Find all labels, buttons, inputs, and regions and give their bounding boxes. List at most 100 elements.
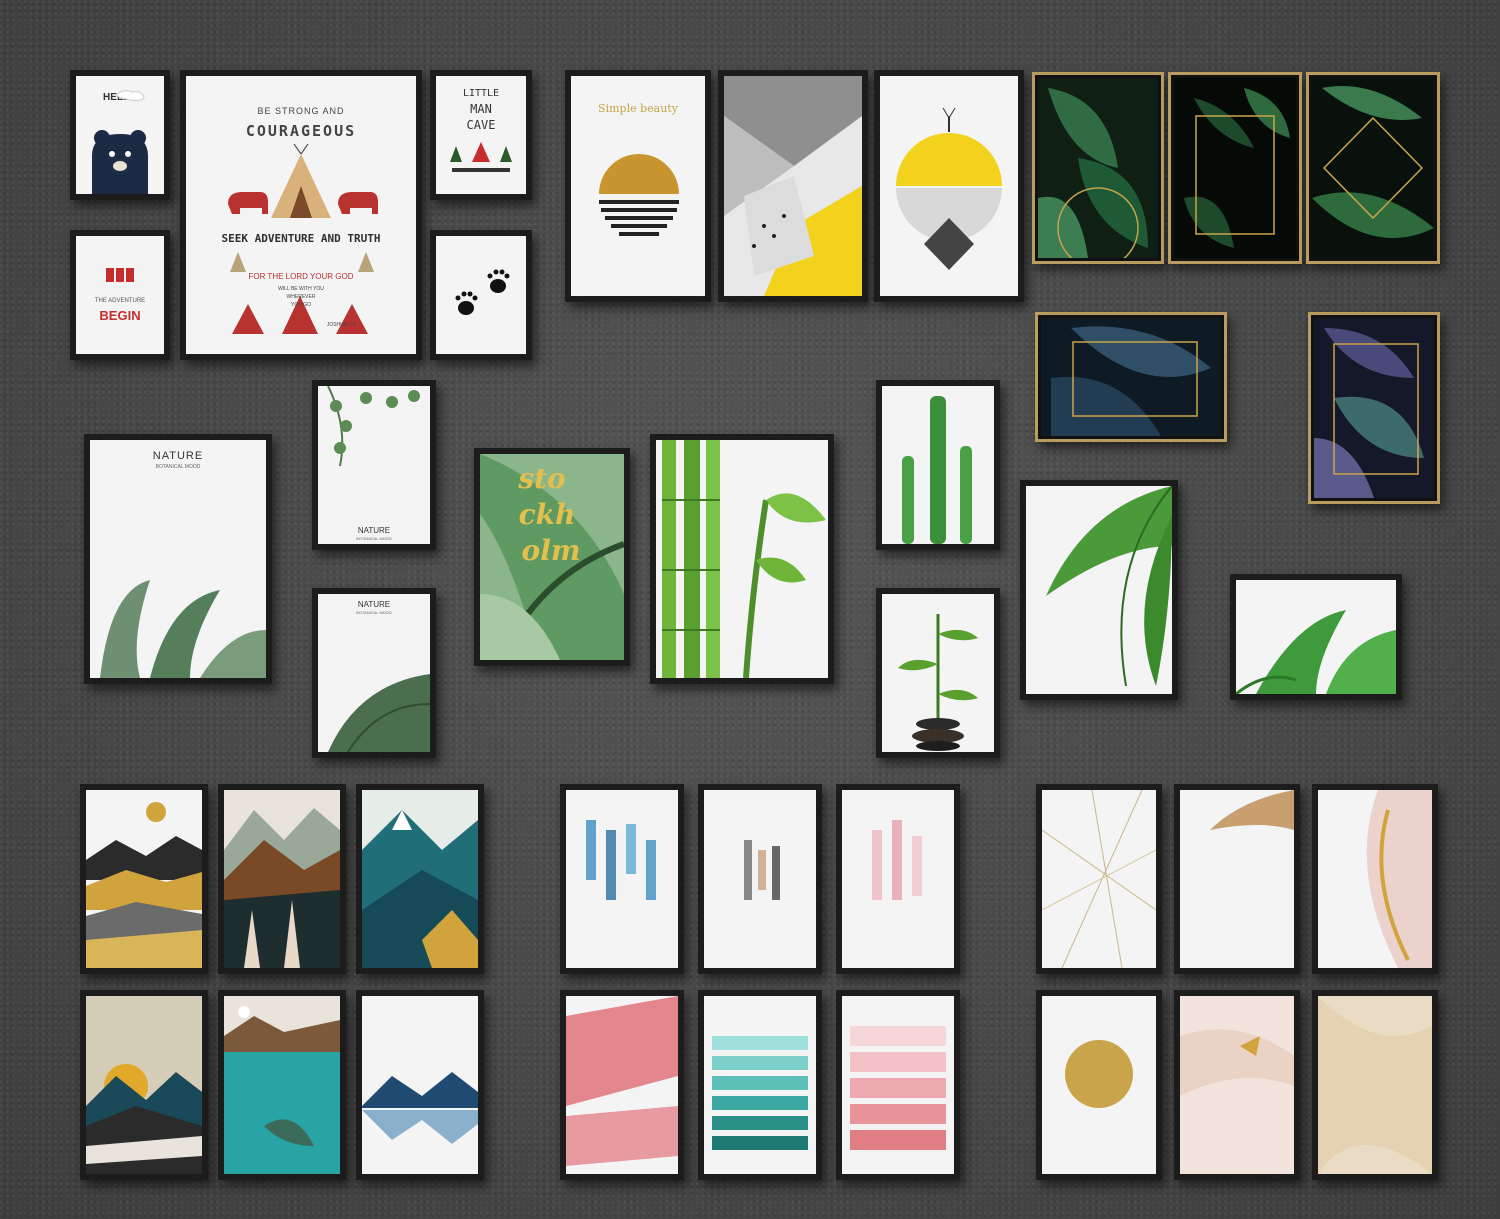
frame-nature-banana: NATURE BOTANICAL MOOD	[84, 434, 272, 684]
stockholm-l3: olm	[521, 534, 581, 567]
art-gold-blush	[1180, 996, 1294, 1174]
banner-icon	[106, 268, 134, 282]
frame-watercolor-grey	[698, 784, 822, 974]
art-dark-leaves-1	[1035, 75, 1161, 261]
begin-big-text: BEGIN	[99, 308, 141, 323]
courageous-ref: JOSHUA 1:9	[326, 322, 356, 328]
frame-landscape-whale	[218, 990, 346, 1180]
frame-nature-palm: NATURE BOTANICAL MOOD	[312, 588, 436, 758]
courageous-line6: WHEREVER	[286, 294, 316, 300]
frame-watercolor-coral	[560, 990, 684, 1180]
art-simple-beauty: Simple beauty	[571, 76, 705, 296]
mountain-icon	[86, 802, 202, 968]
art-gold-marble	[1318, 790, 1432, 968]
art-dark-leaves-3	[1309, 75, 1437, 261]
art-watercolor-blue	[566, 790, 678, 968]
lake-mountain-icon	[362, 1072, 478, 1144]
palm-leaf-icon	[1312, 86, 1434, 238]
frame-dark-leaves-3	[1306, 72, 1440, 264]
art-dark-leaves-5	[1311, 315, 1437, 501]
art-watercolor-teal	[704, 996, 816, 1174]
frame-dark-leaves-2	[1168, 72, 1302, 264]
frame-man-cave: LITTLE MAN CAVE	[430, 70, 532, 200]
marble-icon	[1366, 790, 1432, 968]
gold-circle-icon	[1065, 1040, 1133, 1108]
sunset-mountain-icon	[86, 1064, 202, 1174]
frame-gold-lines	[1036, 784, 1162, 974]
palm-frond-icon	[1046, 486, 1172, 687]
frame-gold-marble	[1312, 784, 1438, 974]
triangle-abstract-icon	[724, 76, 862, 296]
gold-palm-icon	[1210, 790, 1294, 830]
courageous-line4: FOR THE LORD YOUR GOD	[248, 272, 354, 281]
cactus-icon	[902, 396, 972, 544]
frame-dark-leaves-5	[1308, 312, 1440, 504]
art-stockholm: sto ckh olm	[480, 454, 624, 660]
bear-icon	[92, 90, 148, 194]
coral-strokes-icon	[566, 996, 678, 1166]
bamboo-stones-icon	[898, 614, 978, 751]
fern-corner-icon	[1236, 610, 1396, 694]
art-watercolor-coral	[566, 996, 678, 1174]
sun-stripes-icon	[599, 154, 679, 236]
art-hello-bear: HELLO	[76, 76, 164, 194]
art-watercolor-grey	[704, 790, 816, 968]
gold-lines-icon	[1042, 790, 1156, 968]
frame-nature-ivy: NATURE BOTANICAL MOOD	[312, 380, 436, 550]
art-nature-palm: NATURE BOTANICAL MOOD	[318, 594, 430, 752]
bamboo-icon	[662, 440, 826, 678]
art-adventure-begin: THE ADVENTURE BEGIN	[76, 236, 164, 354]
frame-lucky-bamboo	[876, 588, 1000, 758]
art-landscape-gold-hills	[86, 790, 202, 968]
frame-stockholm: sto ckh olm	[474, 448, 630, 666]
frame-gold-blush	[1174, 990, 1300, 1180]
art-bamboo	[656, 440, 828, 678]
leaf-icon	[1038, 88, 1148, 258]
courageous-line3: SEEK ADVENTURE AND TRUTH	[221, 232, 381, 245]
art-landscape-lake	[362, 996, 478, 1174]
teal-mountain-icon	[362, 810, 478, 968]
art-dark-leaves-4	[1038, 315, 1224, 439]
nature-ivy-sub: BOTANICAL MOOD	[356, 536, 392, 541]
courageous-line7: YOU GO	[290, 302, 311, 308]
deer-sun-icon	[896, 107, 1002, 270]
teepee-bears-icon	[228, 143, 378, 334]
pink-strokes-icon	[872, 820, 922, 900]
stockholm-l1: sto	[518, 462, 566, 495]
frame-gold-texture	[1312, 990, 1438, 1180]
art-cactus	[882, 386, 994, 544]
frame-bamboo	[650, 434, 834, 684]
art-gold-palm	[1180, 790, 1294, 968]
art-courageous: BE STRONG AND COURAGEOUS SEEK ADVENTURE …	[186, 76, 416, 354]
frame-yellow-sun	[874, 70, 1024, 302]
rose-strokes-icon	[850, 1026, 946, 1150]
frame-watercolor-teal	[698, 990, 822, 1180]
frame-watercolor-pink	[836, 784, 960, 974]
teal-strokes-icon	[712, 1036, 808, 1150]
frame-grey-yellow-abstract	[718, 70, 868, 302]
frame-landscape-sun	[80, 990, 208, 1180]
frame-adventure-begin: THE ADVENTURE BEGIN	[70, 230, 170, 360]
frame-landscape-teal-peaks	[356, 784, 484, 974]
art-landscape-forest	[224, 790, 340, 968]
blue-strokes-icon	[586, 820, 656, 900]
art-gold-texture	[1318, 996, 1432, 1174]
art-grey-yellow-abstract	[724, 76, 862, 296]
art-palm-frond	[1026, 486, 1172, 694]
art-gold-lines	[1042, 790, 1156, 968]
art-landscape-sun	[86, 996, 202, 1174]
frame-courageous: BE STRONG AND COURAGEOUS SEEK ADVENTURE …	[180, 70, 422, 360]
monstera-icon	[1051, 326, 1211, 436]
grey-strokes-icon	[744, 840, 780, 900]
frame-watercolor-rose	[836, 990, 960, 1180]
art-fern-corner	[1236, 580, 1396, 694]
texture-icon	[1318, 996, 1432, 1174]
forest-icon	[224, 808, 340, 968]
frame-watercolor-blue	[560, 784, 684, 974]
whale-icon	[224, 996, 340, 1146]
frame-landscape-lake	[356, 990, 484, 1180]
art-gold-circle	[1042, 996, 1156, 1174]
frame-gold-circle	[1036, 990, 1162, 1180]
frame-simple-beauty: Simple beauty	[565, 70, 711, 302]
art-dark-leaves-2	[1171, 75, 1299, 261]
